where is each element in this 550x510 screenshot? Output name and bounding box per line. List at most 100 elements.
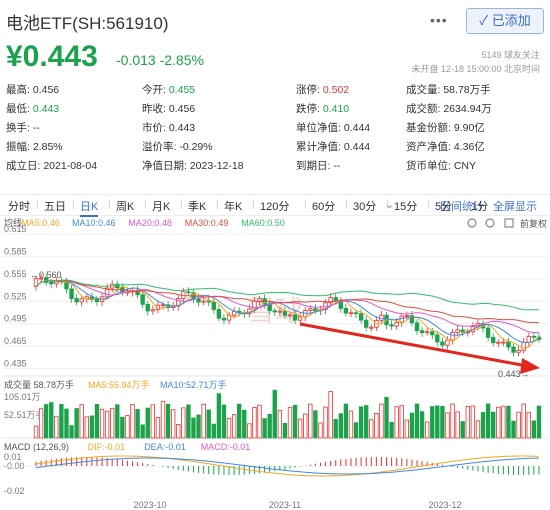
ma-legend-item: MA60:0.50 (241, 218, 285, 228)
volume-bar (135, 409, 140, 439)
volume-bar (155, 417, 161, 439)
candle-body (201, 300, 206, 303)
candle-body (511, 346, 516, 353)
tab-9[interactable]: 30分 (353, 198, 376, 214)
volume-bar (216, 393, 222, 439)
volume-bar (343, 403, 349, 439)
tab-separator: | (108, 199, 111, 210)
volume-bar (450, 403, 455, 439)
tab-1[interactable]: 五日 (44, 198, 66, 214)
tab-11[interactable]: 5分 (435, 198, 452, 214)
volume-bar (211, 423, 216, 439)
candle-body (297, 316, 303, 321)
volume-bar (460, 421, 465, 439)
stat-value: -0.29% (179, 141, 213, 153)
more-button[interactable]: ••• (430, 12, 448, 28)
stat-label: 成立日: (6, 160, 44, 172)
stat-item: 涨停: 0.502 (296, 82, 349, 97)
volume-bar (181, 407, 186, 439)
candle-body (419, 330, 425, 334)
candle-body (358, 313, 364, 321)
volume-bar (485, 403, 491, 439)
stat-value: 0.410 (322, 103, 350, 115)
volume-bar (430, 406, 435, 439)
volume-bar (59, 404, 64, 439)
tab-12[interactable]: 1分 (471, 198, 488, 214)
volume-bar (292, 404, 298, 439)
x-axis-label: 2023-11 (269, 500, 301, 510)
tab-8[interactable]: 60分 (312, 198, 335, 214)
stat-value: 9.90亿 (453, 122, 485, 134)
candle-body (272, 310, 277, 313)
added-to-watchlist-button[interactable]: ✓ 已添加 (466, 8, 544, 34)
y-tick-label: 0.615 (4, 224, 27, 234)
volume-bar (313, 410, 318, 439)
tab-7[interactable]: 120分 (260, 198, 289, 214)
stat-label: 净值日期: (142, 160, 190, 172)
tab-separator: | (386, 199, 389, 210)
volume-bar (323, 406, 328, 439)
candle-body (531, 335, 537, 338)
stat-value: -- (333, 160, 341, 172)
volume-bar (176, 424, 181, 439)
macd-legend-item: DIF:-0.01 (88, 442, 126, 452)
volume-bar (247, 423, 252, 439)
y-tick-label: 0.585 (4, 246, 27, 256)
tab-5[interactable]: 季K (188, 198, 206, 214)
ma-legend-item: MA5:0.46 (21, 218, 60, 228)
volume-bar (414, 403, 420, 439)
candle-body (221, 317, 227, 321)
ma-legend-item: MA10:0.46 (72, 218, 116, 228)
fullscreen-link[interactable]: 全屏显示 (493, 198, 537, 214)
followers-count: 5149 球友关注 (481, 50, 540, 60)
candle-body (414, 322, 420, 332)
volume-bar (130, 403, 135, 439)
volume-bar (516, 411, 521, 439)
stat-value: 2.85% (32, 141, 63, 153)
volume-bar (297, 418, 303, 439)
macd-tick-label: -0.02 (4, 486, 25, 496)
stat-value: 0.455 (168, 84, 196, 96)
candle-body (348, 312, 354, 315)
candle-body (521, 341, 526, 351)
volume-bar (282, 423, 288, 439)
stat-item: 今开: 0.455 (142, 82, 195, 97)
candle-body (333, 297, 338, 301)
candle-body (186, 291, 191, 294)
tab-10[interactable]: 15分 (394, 198, 417, 214)
stat-item: 跌停: 0.410 (296, 101, 349, 116)
header: 电池ETF(SH:561910) ••• ✓ 已添加 (0, 0, 550, 40)
volume-bar (338, 413, 343, 439)
stat-item: 溢价率: -0.29% (142, 139, 213, 154)
volume-bar (277, 410, 283, 439)
x-axis-label: 2023-12 (428, 500, 461, 510)
candle-body (491, 336, 496, 344)
tab-separator: | (144, 199, 147, 210)
volume-bar (384, 396, 389, 439)
candle-body (455, 329, 460, 333)
volume-bar (480, 412, 486, 439)
period-tabs: ⌄ 区间统计 全屏显示 分时 | 五日 | 日K | 周K | 月K | 季K | 年K | 120分 | 60… (0, 194, 550, 217)
stat-label: 资产净值: (406, 141, 454, 153)
tab-4[interactable]: 月K (152, 198, 170, 214)
tab-separator: | (216, 199, 219, 210)
volume-bar (308, 403, 313, 439)
stat-label: 昨收: (142, 103, 169, 115)
volume-bar (348, 410, 354, 439)
tab-2[interactable]: 日K (80, 198, 99, 217)
tab-3[interactable]: 周K (116, 198, 134, 214)
candle-body (450, 332, 455, 341)
volume-bar (506, 405, 511, 439)
volume-bar (394, 406, 399, 439)
expand-icon (504, 218, 514, 228)
volume-bar (206, 409, 211, 439)
x-axis-label: 2023-10 (133, 500, 166, 510)
stat-item: 振幅: 2.85% (6, 139, 63, 154)
tab-0[interactable]: 分时 (8, 198, 30, 214)
volume-bar (318, 422, 323, 439)
tab-6[interactable]: 年K (224, 198, 242, 214)
candle-body (424, 331, 430, 334)
candle-body (257, 298, 262, 302)
stat-value: CNY (453, 160, 477, 172)
kline-chart[interactable]: 均线 MA5:0.46 MA10:0.46 MA20:0.48 MA30:0.49 MA6… (0, 216, 550, 510)
